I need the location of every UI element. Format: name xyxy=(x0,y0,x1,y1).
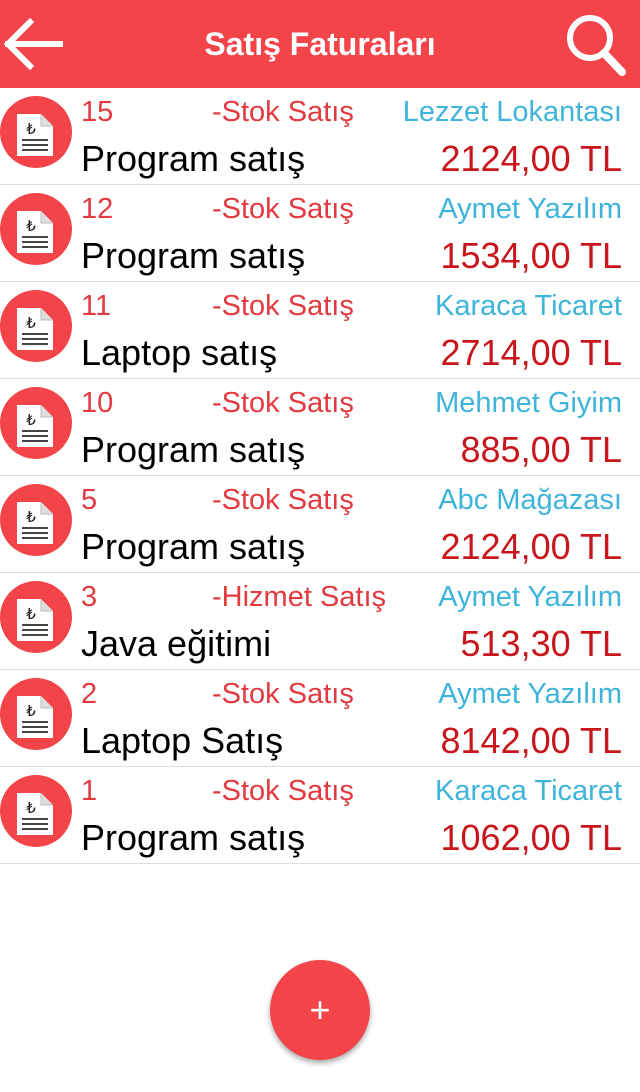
invoice-type: -Stok Satış xyxy=(212,290,354,322)
customer-name: Lezzet Lokantası xyxy=(402,96,622,128)
lira-invoice-icon: ₺ xyxy=(0,581,72,653)
invoice-row[interactable]: ₺ 11 -Stok Satış Karaca Ticaret Laptop satış… xyxy=(0,282,640,379)
invoice-amount: 8142,00 TL xyxy=(440,720,623,761)
lira-invoice-icon: ₺ xyxy=(0,484,72,556)
invoice-amount: 2714,00 TL xyxy=(440,332,623,373)
lira-invoice-icon: ₺ xyxy=(0,678,72,750)
invoice-amount: 1534,00 TL xyxy=(440,235,623,276)
invoice-type: -Stok Satış xyxy=(212,484,354,516)
svg-text:₺: ₺ xyxy=(26,702,36,720)
invoice-type: -Stok Satış xyxy=(212,193,354,225)
page-title: Satış Faturaları xyxy=(204,26,436,62)
invoice-type: -Stok Satış xyxy=(212,96,354,128)
svg-text:₺: ₺ xyxy=(26,411,36,429)
invoice-amount: 2124,00 TL xyxy=(440,526,623,567)
invoice-description: Laptop Satış xyxy=(81,720,284,761)
invoice-description: Program satış xyxy=(81,526,306,567)
invoice-row[interactable]: ₺ 2 -Stok Satış Aymet Yazılım Laptop Satış 81… xyxy=(0,670,640,767)
customer-name: Aymet Yazılım xyxy=(438,193,622,225)
invoice-list: ₺ 15 -Stok Satış Lezzet Lokantası Program sa… xyxy=(0,88,640,864)
search-icon xyxy=(567,15,626,76)
invoice-number: 12 xyxy=(81,193,114,225)
invoice-row[interactable]: ₺ 5 -Stok Satış Abc Mağazası Program satış 21… xyxy=(0,476,640,573)
invoice-type: -Stok Satış xyxy=(212,775,354,807)
invoice-number: 2 xyxy=(81,678,98,710)
customer-name: Aymet Yazılım xyxy=(438,678,622,710)
invoice-number: 11 xyxy=(81,290,112,322)
lira-invoice-icon: ₺ xyxy=(0,387,72,459)
invoice-amount: 513,30 TL xyxy=(460,623,622,664)
invoice-row[interactable]: ₺ 12 -Stok Satış Aymet Yazılım Program satış… xyxy=(0,185,640,282)
invoice-description: Program satış xyxy=(81,817,306,858)
invoice-type: -Stok Satış xyxy=(212,678,354,710)
app-bar: Satış Faturaları xyxy=(0,0,640,88)
add-icon: + xyxy=(309,989,331,1030)
invoice-row[interactable]: ₺ 10 -Stok Satış Mehmet Giyim Program satış 8… xyxy=(0,379,640,476)
svg-text:₺: ₺ xyxy=(26,508,36,526)
customer-name: Aymet Yazılım xyxy=(438,581,622,613)
invoice-number: 10 xyxy=(81,387,114,419)
lira-invoice-icon: ₺ xyxy=(0,193,72,265)
invoice-number: 3 xyxy=(81,581,98,613)
invoice-description: Program satış xyxy=(81,138,306,179)
svg-text:₺: ₺ xyxy=(26,605,36,623)
invoice-amount: 1062,00 TL xyxy=(440,817,623,858)
invoice-type: -Hizmet Satış xyxy=(212,581,387,613)
invoice-amount: 885,00 TL xyxy=(460,429,622,470)
invoice-description: Java eğitimi xyxy=(81,623,272,664)
invoice-type: -Stok Satış xyxy=(212,387,354,419)
invoice-amount: 2124,00 TL xyxy=(440,138,623,179)
invoice-row[interactable]: ₺ 3 -Hizmet Satış Aymet Yazılım Java eğitimi… xyxy=(0,573,640,670)
invoice-row[interactable]: ₺ 1 -Stok Satış Karaca Ticaret Program satış… xyxy=(0,767,640,864)
svg-text:₺: ₺ xyxy=(26,314,36,332)
customer-name: Mehmet Giyim xyxy=(435,387,622,419)
search-button[interactable] xyxy=(556,6,636,82)
back-button[interactable] xyxy=(0,6,72,82)
customer-name: Karaca Ticaret xyxy=(435,775,622,807)
lira-invoice-icon: ₺ xyxy=(0,96,72,168)
invoice-number: 1 xyxy=(81,775,98,807)
invoice-description: Program satış xyxy=(81,429,306,470)
customer-name: Karaca Ticaret xyxy=(435,290,622,322)
lira-invoice-icon: ₺ xyxy=(0,290,72,362)
back-arrow-icon xyxy=(3,17,63,71)
svg-text:₺: ₺ xyxy=(26,799,36,817)
invoice-description: Laptop satış xyxy=(81,332,278,373)
svg-text:₺: ₺ xyxy=(26,217,36,235)
customer-name: Abc Mağazası xyxy=(438,484,622,516)
svg-text:₺: ₺ xyxy=(26,120,36,138)
add-invoice-button[interactable]: + xyxy=(270,960,370,1060)
invoice-row[interactable]: ₺ 15 -Stok Satış Lezzet Lokantası Program sa… xyxy=(0,88,640,185)
invoice-number: 5 xyxy=(81,484,98,516)
lira-invoice-icon: ₺ xyxy=(0,775,72,847)
invoice-number: 15 xyxy=(81,96,114,128)
invoice-description: Program satış xyxy=(81,235,306,276)
